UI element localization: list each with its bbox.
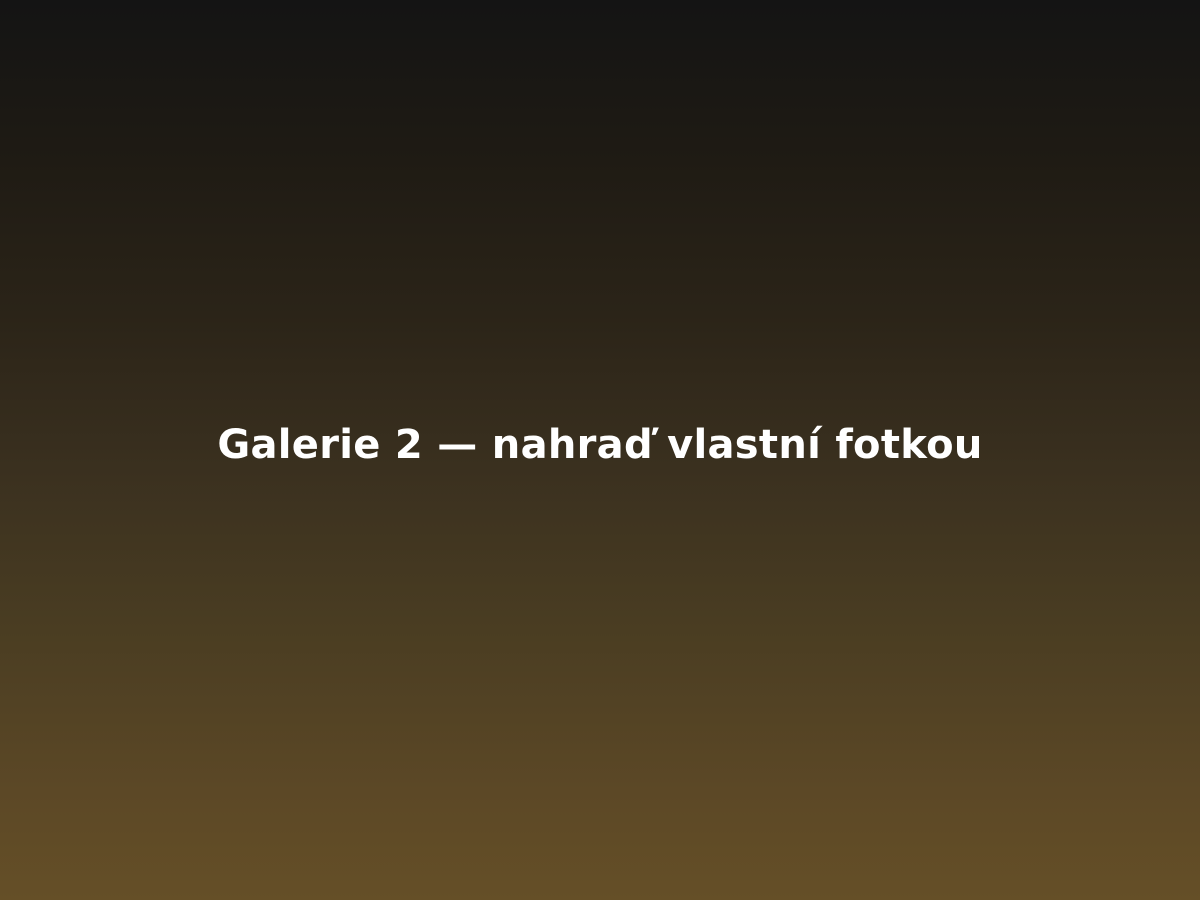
gallery-image-placeholder: Galerie 2 — nahraď vlastní fotkou	[0, 0, 1200, 900]
placeholder-caption: Galerie 2 — nahraď vlastní fotkou	[217, 421, 983, 468]
